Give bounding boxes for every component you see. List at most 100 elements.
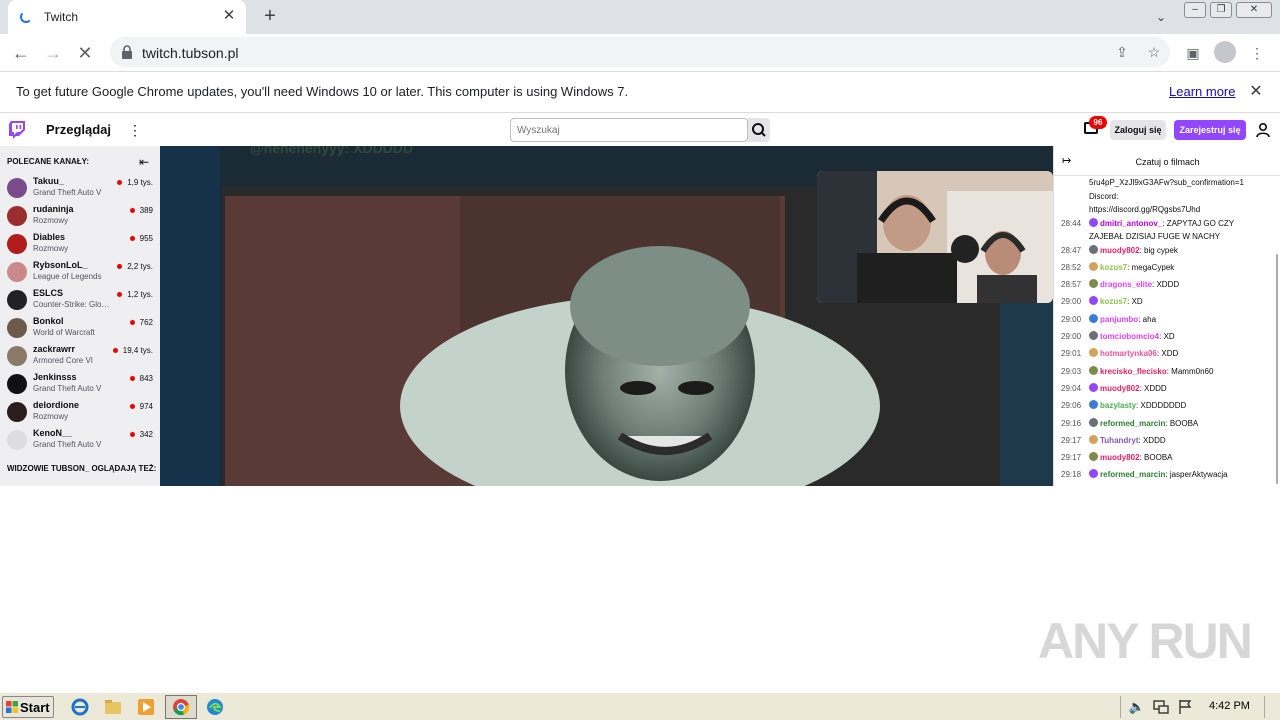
channel-avatar <box>7 430 27 450</box>
chat-text: Discord: <box>1089 191 1119 201</box>
chat-username[interactable]: muody802 <box>1100 246 1140 255</box>
chat-username[interactable]: muody802 <box>1100 453 1140 462</box>
browser-tab[interactable]: Twitch ✕ <box>8 0 246 34</box>
channel-item[interactable]: ESLCS Counter-Strike: Global Offensive 1,2… <box>0 286 160 314</box>
side-panel-icon[interactable]: ▣ <box>1182 42 1204 64</box>
system-clock: 4:42 PM <box>1209 700 1250 712</box>
search-icon <box>752 123 766 137</box>
twitch-logo-icon[interactable] <box>9 121 25 139</box>
chat-badge-icon <box>1089 348 1098 358</box>
show-desktop-button[interactable] <box>1264 696 1276 718</box>
profile-avatar-icon[interactable] <box>1214 41 1236 63</box>
search-button[interactable] <box>748 118 770 142</box>
chat-username[interactable]: krecisko_flecisko <box>1100 367 1167 376</box>
channel-item[interactable]: rudaninja Rozmowy 389 <box>0 202 160 230</box>
bookmark-star-icon[interactable]: ☆ <box>1144 42 1164 62</box>
action-center-flag-icon[interactable] <box>1176 698 1194 716</box>
chat-timestamp: 29:16 <box>1061 418 1082 428</box>
channel-name: KenoN__ <box>33 428 73 438</box>
start-button[interactable]: Start <box>2 696 54 718</box>
channel-avatar <box>7 262 27 282</box>
login-button[interactable]: Zaloguj się <box>1110 120 1166 140</box>
chat-username[interactable]: dmitri_antonov_ <box>1100 219 1162 228</box>
chat-badge-icon <box>1089 434 1098 444</box>
chrome-menu-icon[interactable]: ⋮ <box>1246 42 1268 64</box>
chrome-icon <box>173 699 190 716</box>
internet-explorer-icon[interactable] <box>71 698 89 716</box>
browser-toolbar: ← → ✕ twitch.tubson.pl ⇪ ☆ ▣ ⋮ <box>0 34 1280 71</box>
new-tab-button[interactable]: + <box>258 5 282 29</box>
viewer-count: 2,2 tys. <box>127 262 153 271</box>
channel-game: Grand Theft Auto V <box>33 384 102 393</box>
viewer-count: 19,4 tys. <box>122 346 153 355</box>
anyrun-watermark: ANY RUN <box>1038 613 1253 669</box>
chat-username[interactable]: dragons_elite <box>1100 280 1152 289</box>
back-arrow-icon[interactable]: ← <box>8 40 34 66</box>
channel-avatar <box>7 318 27 338</box>
viewer-count: 974 <box>139 402 153 411</box>
edge-icon[interactable] <box>206 698 224 716</box>
chat-username[interactable]: reformed_marcin <box>1100 419 1165 428</box>
tab-close-icon[interactable]: ✕ <box>220 7 238 25</box>
chat-scrollbar[interactable] <box>1276 254 1278 484</box>
chat-message: 29:00 tomciobomcio4: XD <box>1061 331 1175 341</box>
channel-viewers: 1,9 tys. <box>117 178 153 187</box>
chat-username[interactable]: kozus7 <box>1100 297 1127 306</box>
chat-username[interactable]: kozus7 <box>1100 263 1127 272</box>
channel-item[interactable]: Jenkinsss Grand Theft Auto V 843 <box>0 370 160 398</box>
chrome-taskbar-button[interactable] <box>165 695 197 719</box>
channel-item[interactable]: zackrawrr Armored Core VI 19,4 tys. <box>0 342 160 370</box>
file-explorer-icon[interactable] <box>104 698 122 716</box>
live-dot-icon <box>129 208 135 214</box>
channel-item[interactable]: delordione Rozmowy 974 <box>0 398 160 426</box>
chat-username[interactable]: panjumbo <box>1100 315 1138 324</box>
chat-username[interactable]: bazylasty <box>1100 401 1136 410</box>
infobar-message: To get future Google Chrome updates, you… <box>16 84 629 99</box>
chat-message: 29:17 Tuhandryt: XDDD <box>1061 434 1166 445</box>
channel-name: Jenkinsss <box>33 372 77 382</box>
viewer-count: 955 <box>139 234 153 243</box>
chat-username[interactable]: tomciobomcio4 <box>1100 332 1159 341</box>
channel-item[interactable]: Bonkol World of Warcraft 762 <box>0 314 160 342</box>
channel-item[interactable]: Diables Rozmowy 955 <box>0 230 160 258</box>
chat-username[interactable]: hotmartynka06 <box>1100 349 1157 358</box>
chat-timestamp: 29:17 <box>1061 435 1082 445</box>
channel-name: zackrawrr <box>33 344 76 354</box>
chat-text: BOOBA <box>1144 453 1173 463</box>
chat-badge-icon <box>1089 313 1098 323</box>
network-icon[interactable] <box>1152 698 1170 716</box>
address-bar[interactable]: twitch.tubson.pl ⇪ ☆ <box>110 37 1170 67</box>
video-player[interactable]: @hehehehyyy: XDDDDD <box>160 146 1053 486</box>
search-input[interactable] <box>510 118 748 142</box>
window-close-button[interactable]: ✕ <box>1236 2 1272 18</box>
forward-arrow-icon[interactable]: → <box>40 40 66 66</box>
live-dot-icon <box>129 320 135 326</box>
chat-username[interactable]: muody802 <box>1100 384 1140 393</box>
browse-link[interactable]: Przeglądaj <box>46 122 111 137</box>
collapse-sidebar-icon[interactable]: ⇤ <box>137 155 151 169</box>
user-menu-icon[interactable] <box>1256 122 1270 138</box>
learn-more-link[interactable]: Learn more <box>1169 84 1235 99</box>
browser-tab-strip: Twitch ✕ + ⌄ – ❐ ✕ <box>0 0 1280 34</box>
chat-username[interactable]: Tuhandryt <box>1100 436 1139 445</box>
chat-text: XDDD <box>1144 383 1167 393</box>
chat-username[interactable]: reformed_marcin <box>1100 470 1165 479</box>
tab-search-chevron-icon[interactable]: ⌄ <box>1150 6 1172 28</box>
channel-item[interactable]: Takuu_ Grand Theft Auto V 1,9 tys. <box>0 174 160 202</box>
viewer-count: 1,2 tys. <box>127 290 153 299</box>
chat-badge-icon <box>1089 244 1098 254</box>
restore-button[interactable]: ❐ <box>1210 2 1232 18</box>
channel-item[interactable]: KenoN__ Grand Theft Auto V 342 <box>0 426 160 454</box>
more-options-icon[interactable]: ⋮ <box>128 120 142 140</box>
minimize-button[interactable]: – <box>1184 2 1206 18</box>
volume-icon[interactable]: 🔈 <box>1128 698 1146 716</box>
chat-message: 28:47 muody802: big cypek <box>1061 244 1178 255</box>
share-icon[interactable]: ⇪ <box>1112 42 1132 62</box>
media-player-icon[interactable] <box>137 698 155 716</box>
signup-button[interactable]: Zarejestruj się <box>1174 120 1246 140</box>
stop-loading-icon[interactable]: ✕ <box>72 40 98 66</box>
channel-avatar <box>7 402 27 422</box>
infobar-close-icon[interactable]: ✕ <box>1246 82 1266 102</box>
channel-item[interactable]: RybsonLoL_ League of Legends 2,2 tys. <box>0 258 160 286</box>
twitch-top-nav: Przeglądaj ⋮ 96 Zaloguj się Zarejestruj … <box>0 114 1280 146</box>
